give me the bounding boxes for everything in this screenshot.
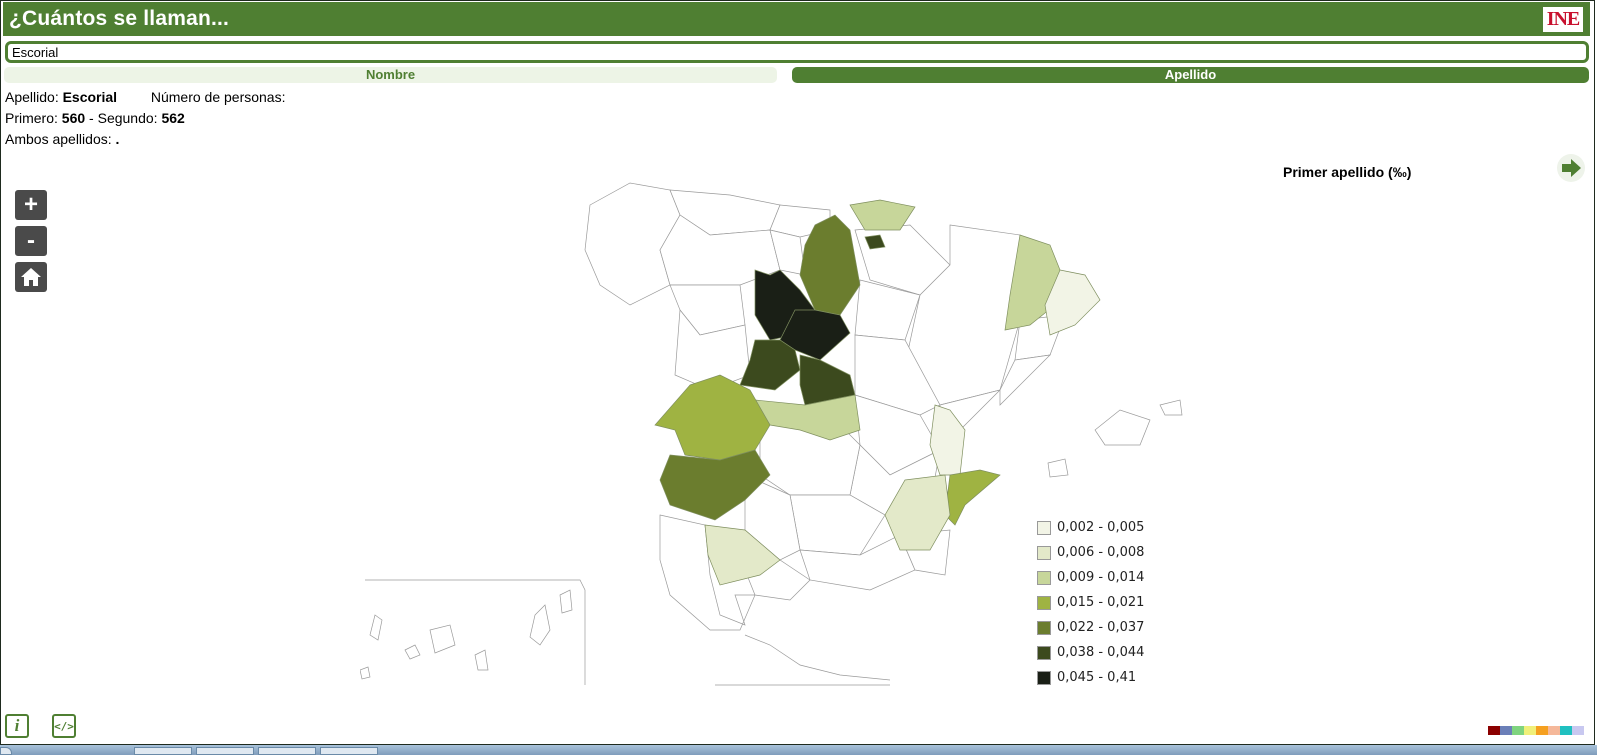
- legend-label: 0,006 - 0,008: [1057, 545, 1145, 560]
- name-search-input[interactable]: [5, 41, 1589, 63]
- palette-swatch[interactable]: [1536, 726, 1548, 735]
- legend-label: 0,045 - 0,41: [1057, 670, 1137, 685]
- surname-info: Apellido: Escorial Número de personas:: [5, 89, 286, 105]
- both-label: Ambos apellidos:: [5, 131, 112, 147]
- taskbar-button[interactable]: [134, 747, 192, 755]
- legend-item: 0,006 - 0,008: [1037, 540, 1144, 565]
- tab-nombre[interactable]: Nombre: [4, 67, 777, 83]
- legend-item: 0,045 - 0,41: [1037, 665, 1144, 690]
- people-count-label: Número de personas:: [150, 89, 286, 105]
- palette-swatch[interactable]: [1560, 726, 1572, 735]
- embed-code-icon[interactable]: </>: [52, 714, 76, 738]
- info-icon[interactable]: i: [5, 714, 29, 738]
- palette-swatch[interactable]: [1572, 726, 1584, 735]
- palette-swatch[interactable]: [1548, 726, 1560, 735]
- second-label: Segundo:: [97, 110, 158, 126]
- legend-label: 0,009 - 0,014: [1057, 570, 1145, 585]
- province-ciudad-real[interactable]: [759, 424, 861, 496]
- color-palette-selector[interactable]: [1488, 726, 1584, 735]
- region-canarias[interactable]: [360, 589, 573, 680]
- zoom-in-button[interactable]: +: [15, 190, 47, 220]
- legend-swatch: [1037, 570, 1051, 585]
- ine-logo: INE: [1543, 7, 1583, 32]
- legend-label: 0,038 - 0,044: [1057, 645, 1145, 660]
- legend-item: 0,038 - 0,044: [1037, 640, 1144, 665]
- legend-label: 0,022 - 0,037: [1057, 620, 1145, 635]
- start-button[interactable]: [0, 747, 12, 755]
- second-value: 562: [161, 110, 185, 126]
- both-surnames-info: Ambos apellidos: .: [5, 131, 119, 147]
- legend-swatch: [1037, 545, 1051, 560]
- legend-item: 0,015 - 0,021: [1037, 590, 1144, 615]
- arrow-right-icon: [1562, 159, 1581, 177]
- canarias-frame: [365, 579, 586, 685]
- legend-label: 0,002 - 0,005: [1057, 520, 1145, 535]
- zoom-out-button[interactable]: -: [15, 226, 47, 256]
- taskbar-button[interactable]: [258, 747, 316, 755]
- legend-swatch: [1037, 670, 1051, 685]
- legend-swatch: [1037, 645, 1051, 660]
- legend-swatch: [1037, 595, 1051, 610]
- surname-label: Apellido:: [5, 89, 59, 105]
- page-title: ¿Cuántos se llaman...: [9, 7, 230, 30]
- region-ceuta-melilla-coast: [715, 634, 891, 686]
- surname-value: Escorial: [62, 89, 118, 105]
- first-label: Primero:: [5, 110, 58, 126]
- legend-label: 0,015 - 0,021: [1057, 595, 1145, 610]
- both-value: .: [115, 131, 120, 147]
- os-taskbar: [0, 745, 1597, 755]
- palette-swatch[interactable]: [1500, 726, 1512, 735]
- tab-apellido[interactable]: Apellido: [792, 67, 1589, 83]
- province-alicante[interactable]: [944, 469, 1001, 526]
- palette-swatch[interactable]: [1524, 726, 1536, 735]
- title-bar: ¿Cuántos se llaman... INE: [3, 2, 1590, 36]
- legend-swatch: [1037, 620, 1051, 635]
- legend-swatch: [1037, 520, 1051, 535]
- separator: -: [89, 110, 94, 126]
- taskbar-button[interactable]: [320, 747, 378, 755]
- taskbar-button[interactable]: [196, 747, 254, 755]
- province-caceres[interactable]: [654, 374, 771, 461]
- map-legend: 0,002 - 0,005 0,006 - 0,008 0,009 - 0,01…: [1037, 515, 1144, 690]
- province-avila[interactable]: [739, 339, 801, 391]
- legend-item: 0,002 - 0,005: [1037, 515, 1144, 540]
- first-second-info: Primero: 560 - Segundo: 562: [5, 110, 185, 126]
- map-title: Primer apellido (‰): [1283, 164, 1412, 180]
- palette-swatch[interactable]: [1512, 726, 1524, 735]
- legend-item: 0,022 - 0,037: [1037, 615, 1144, 640]
- legend-item: 0,009 - 0,014: [1037, 565, 1144, 590]
- palette-swatch[interactable]: [1488, 726, 1500, 735]
- next-map-button[interactable]: [1557, 154, 1585, 182]
- region-balearic[interactable]: [1047, 399, 1183, 478]
- home-icon: [21, 268, 41, 286]
- first-value: 560: [61, 110, 86, 126]
- home-button[interactable]: [15, 262, 47, 292]
